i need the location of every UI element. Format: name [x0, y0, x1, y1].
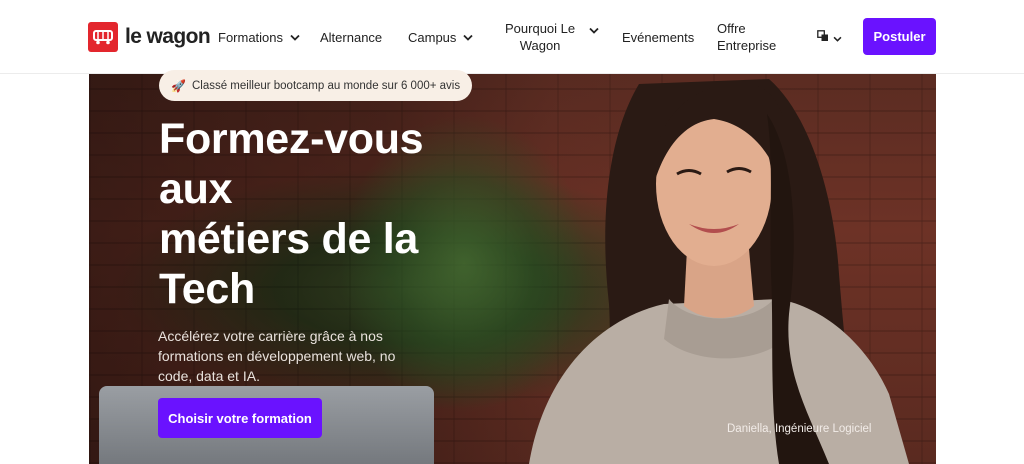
- nav-alternance-label: Alternance: [320, 29, 383, 45]
- headline-line: Tech: [159, 265, 255, 313]
- nav-campus[interactable]: Campus: [408, 0, 474, 74]
- nav-alternance[interactable]: Alternance: [320, 0, 382, 74]
- award-badge-text: Classé meilleur bootcamp au monde sur 6 …: [191, 79, 461, 92]
- rocket-icon: 🚀: [171, 78, 186, 93]
- nav-pourquoi-line2: Wagon: [519, 38, 561, 53]
- headline-line: aux: [159, 165, 233, 213]
- nav-offre-line2: Entreprise: [717, 38, 777, 53]
- hero-photo-person: [529, 79, 909, 464]
- nav-offre-line1: Offre: [717, 21, 746, 36]
- postuler-button[interactable]: Postuler: [863, 18, 936, 55]
- choose-formation-button[interactable]: Choisir votre formation: [158, 398, 322, 438]
- language-selector[interactable]: [817, 0, 842, 74]
- nav-pourquoi-le-wagon[interactable]: Pourquoi Le Wagon: [505, 0, 599, 74]
- nav-evenements-label: Evénements: [622, 29, 695, 45]
- nav-offre-label: Offre Entreprise: [717, 20, 776, 54]
- nav-evenements[interactable]: Evénements: [622, 0, 694, 74]
- nav-formations[interactable]: Formations: [218, 0, 300, 74]
- hero-headline: Formez-vous aux métiers de la Tech: [159, 114, 459, 314]
- headline-line: métiers de la: [159, 215, 419, 263]
- nav-pourquoi-line1: Pourquoi Le: [505, 21, 576, 36]
- logo-text: le wagon: [125, 25, 211, 48]
- award-badge: 🚀 Classé meilleur bootcamp au monde sur …: [159, 70, 473, 101]
- hero-subtext: Accélérez votre carrière grâce à nos for…: [158, 328, 396, 384]
- wagon-logo-icon: [88, 22, 118, 52]
- headline-line: Formez-vous: [159, 115, 424, 163]
- chevron-down-icon: [290, 34, 300, 41]
- chevron-down-icon: [833, 36, 842, 42]
- le-wagon-logo[interactable]: le wagon: [88, 22, 211, 52]
- nav-formations-label: Formations: [218, 29, 284, 45]
- nav-offre-entreprise[interactable]: Offre Entreprise: [717, 0, 776, 74]
- translate-icon: [817, 29, 829, 45]
- nav-pourquoi-label: Pourquoi Le Wagon: [505, 20, 575, 54]
- photo-caption: Daniella, Ingénieure Logiciel: [727, 423, 872, 435]
- chevron-down-icon: [463, 34, 474, 41]
- chevron-down-icon: [589, 27, 599, 34]
- nav-campus-label: Campus: [408, 29, 457, 45]
- site-header: le wagon Formations Alternance Campus Po…: [0, 0, 1024, 74]
